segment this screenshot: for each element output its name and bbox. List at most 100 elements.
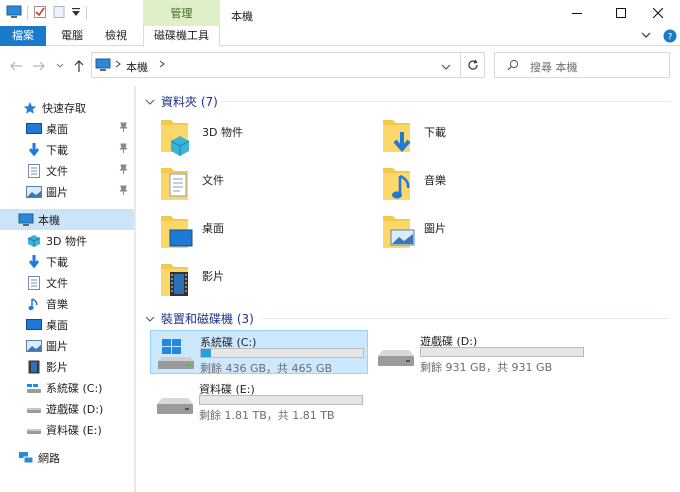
drive-item-c[interactable]: 系統碟 (C:) 剩餘 436 GB，共 465 GB: [150, 330, 368, 375]
desktop-icon: [26, 317, 42, 333]
svg-text:?: ?: [668, 33, 673, 43]
sidebar-item-label: 3D 物件: [46, 234, 87, 248]
sidebar-item-music[interactable]: 音樂: [0, 293, 134, 314]
folder-item-downloads[interactable]: 下載: [380, 116, 580, 160]
new-folder-icon[interactable]: [52, 5, 66, 22]
minimize-button[interactable]: [555, 0, 599, 26]
sidebar-item-downloads[interactable]: 下載: [0, 251, 134, 272]
breadcrumb-chevron-icon[interactable]: [158, 59, 166, 72]
back-button[interactable]: [8, 58, 24, 74]
folder-downloads-icon: [380, 116, 416, 159]
picture-icon: [26, 338, 42, 354]
help-button[interactable]: ?: [663, 29, 677, 46]
folder-item-videos[interactable]: 影片: [158, 260, 358, 304]
refresh-button[interactable]: [461, 52, 485, 78]
pin-icon[interactable]: [119, 143, 128, 156]
computer-icon[interactable]: [6, 5, 22, 22]
toolbar-separator: [86, 6, 87, 20]
folder-item-pictures[interactable]: 圖片: [380, 212, 580, 256]
film-icon: [26, 359, 42, 375]
drive-icon: [155, 384, 195, 421]
sidebar-item-label: 圖片: [46, 185, 68, 199]
chevron-down-icon: [641, 32, 651, 38]
properties-icon[interactable]: [33, 5, 47, 22]
breadcrumb-this-pc[interactable]: 本機: [126, 59, 148, 75]
navigation-pane: 快速存取 桌面 下載 文件 圖片 本機 3D 物件 下載 文件 音樂 桌面 圖片…: [0, 88, 134, 492]
breadcrumb-chevron-icon[interactable]: [114, 59, 122, 72]
address-dropdown-button[interactable]: [441, 61, 451, 74]
folder-3d-objects-icon: [158, 116, 194, 159]
sidebar-item-label: 影片: [46, 360, 68, 374]
drive-free-space: 剩餘 436 GB，共 465 GB: [200, 362, 333, 375]
folder-item-music[interactable]: 音樂: [380, 164, 580, 208]
close-button[interactable]: [636, 0, 680, 26]
tab-view[interactable]: 檢視: [98, 26, 134, 46]
sidebar-item-desktop-pinned[interactable]: 桌面: [0, 118, 134, 139]
folder-label: 下載: [424, 126, 446, 139]
sidebar-item-label: 下載: [46, 255, 68, 269]
pin-icon[interactable]: [119, 185, 128, 198]
sidebar-item-videos[interactable]: 影片: [0, 356, 134, 377]
sidebar-item-label: 網路: [38, 451, 60, 465]
sidebar-item-label: 文件: [46, 164, 68, 178]
sidebar-item-drive-d[interactable]: 遊戲碟 (D:): [0, 398, 134, 419]
sidebar-item-pictures[interactable]: 圖片: [0, 335, 134, 356]
folder-videos-icon: [158, 260, 194, 303]
pin-icon[interactable]: [119, 122, 128, 135]
forward-button[interactable]: [31, 58, 47, 74]
sidebar-item-quick-access[interactable]: 快速存取: [0, 97, 134, 118]
sidebar-item-label: 圖片: [46, 339, 68, 353]
expand-ribbon-button[interactable]: [640, 29, 652, 44]
sidebar-item-documents-pinned[interactable]: 文件: [0, 160, 134, 181]
up-button[interactable]: [71, 58, 87, 74]
folder-item-documents[interactable]: 文件: [158, 164, 358, 208]
sidebar-item-label: 桌面: [46, 318, 68, 332]
drive-free-space: 剩餘 1.81 TB，共 1.81 TB: [199, 409, 335, 422]
arrow-right-icon: [33, 61, 45, 71]
group-divider: [220, 101, 670, 102]
drive-icon: [26, 422, 42, 438]
arrow-up-icon: [74, 60, 84, 72]
folder-documents-icon: [158, 164, 194, 207]
folder-item-desktop[interactable]: 桌面: [158, 212, 358, 256]
pin-icon[interactable]: [119, 164, 128, 177]
ribbon-tabs: 檔案 電腦 檢視 磁碟機工具 ?: [0, 26, 680, 47]
context-tab-manage[interactable]: 管理: [143, 0, 220, 26]
drive-item-d[interactable]: 遊戲碟 (D:) 剩餘 931 GB，共 931 GB: [371, 330, 589, 374]
customize-toolbar-icon[interactable]: [71, 6, 81, 21]
search-icon: [507, 59, 519, 74]
sidebar-item-this-pc[interactable]: 本機: [0, 209, 134, 230]
group-header-folders[interactable]: 資料夾 (7): [145, 93, 218, 110]
group-divider: [262, 318, 670, 319]
tab-file[interactable]: 檔案: [0, 26, 46, 46]
drive-usage-bar: [200, 348, 364, 358]
group-title: 裝置和磁碟機 (3): [161, 312, 254, 326]
group-header-drives[interactable]: 裝置和磁碟機 (3): [145, 310, 254, 327]
search-box[interactable]: 搜尋 本機: [494, 52, 670, 78]
sidebar-item-pictures-pinned[interactable]: 圖片: [0, 181, 134, 202]
drive-usage-bar: [199, 395, 363, 405]
sidebar-item-drive-e[interactable]: 資料碟 (E:): [0, 419, 134, 440]
tab-computer[interactable]: 電腦: [54, 26, 90, 46]
refresh-icon: [467, 59, 478, 70]
folder-label: 文件: [202, 174, 224, 187]
sidebar-item-desktop[interactable]: 桌面: [0, 314, 134, 335]
drive-item-e[interactable]: 資料碟 (E:) 剩餘 1.81 TB，共 1.81 TB: [150, 378, 368, 422]
chevron-down-icon[interactable]: [145, 95, 155, 109]
sidebar-item-3d-objects[interactable]: 3D 物件: [0, 230, 134, 251]
drive-icon: [26, 401, 42, 417]
document-icon: [26, 163, 42, 179]
recent-locations-button[interactable]: [52, 58, 68, 74]
sidebar-item-network[interactable]: 網路: [0, 447, 134, 468]
folder-item-3d-objects[interactable]: 3D 物件: [158, 116, 358, 160]
sidebar-item-drive-c[interactable]: 系統碟 (C:): [0, 377, 134, 398]
address-bar[interactable]: 本機: [91, 52, 461, 78]
sidebar-item-downloads-pinned[interactable]: 下載: [0, 139, 134, 160]
chevron-down-icon[interactable]: [145, 312, 155, 326]
sidebar-item-label: 快速存取: [42, 101, 86, 115]
pane-splitter[interactable]: [134, 86, 136, 492]
sidebar-item-documents[interactable]: 文件: [0, 272, 134, 293]
tab-drive-tools[interactable]: 磁碟機工具: [143, 26, 220, 47]
computer-icon: [18, 212, 34, 228]
sidebar-item-label: 遊戲碟 (D:): [46, 402, 104, 416]
